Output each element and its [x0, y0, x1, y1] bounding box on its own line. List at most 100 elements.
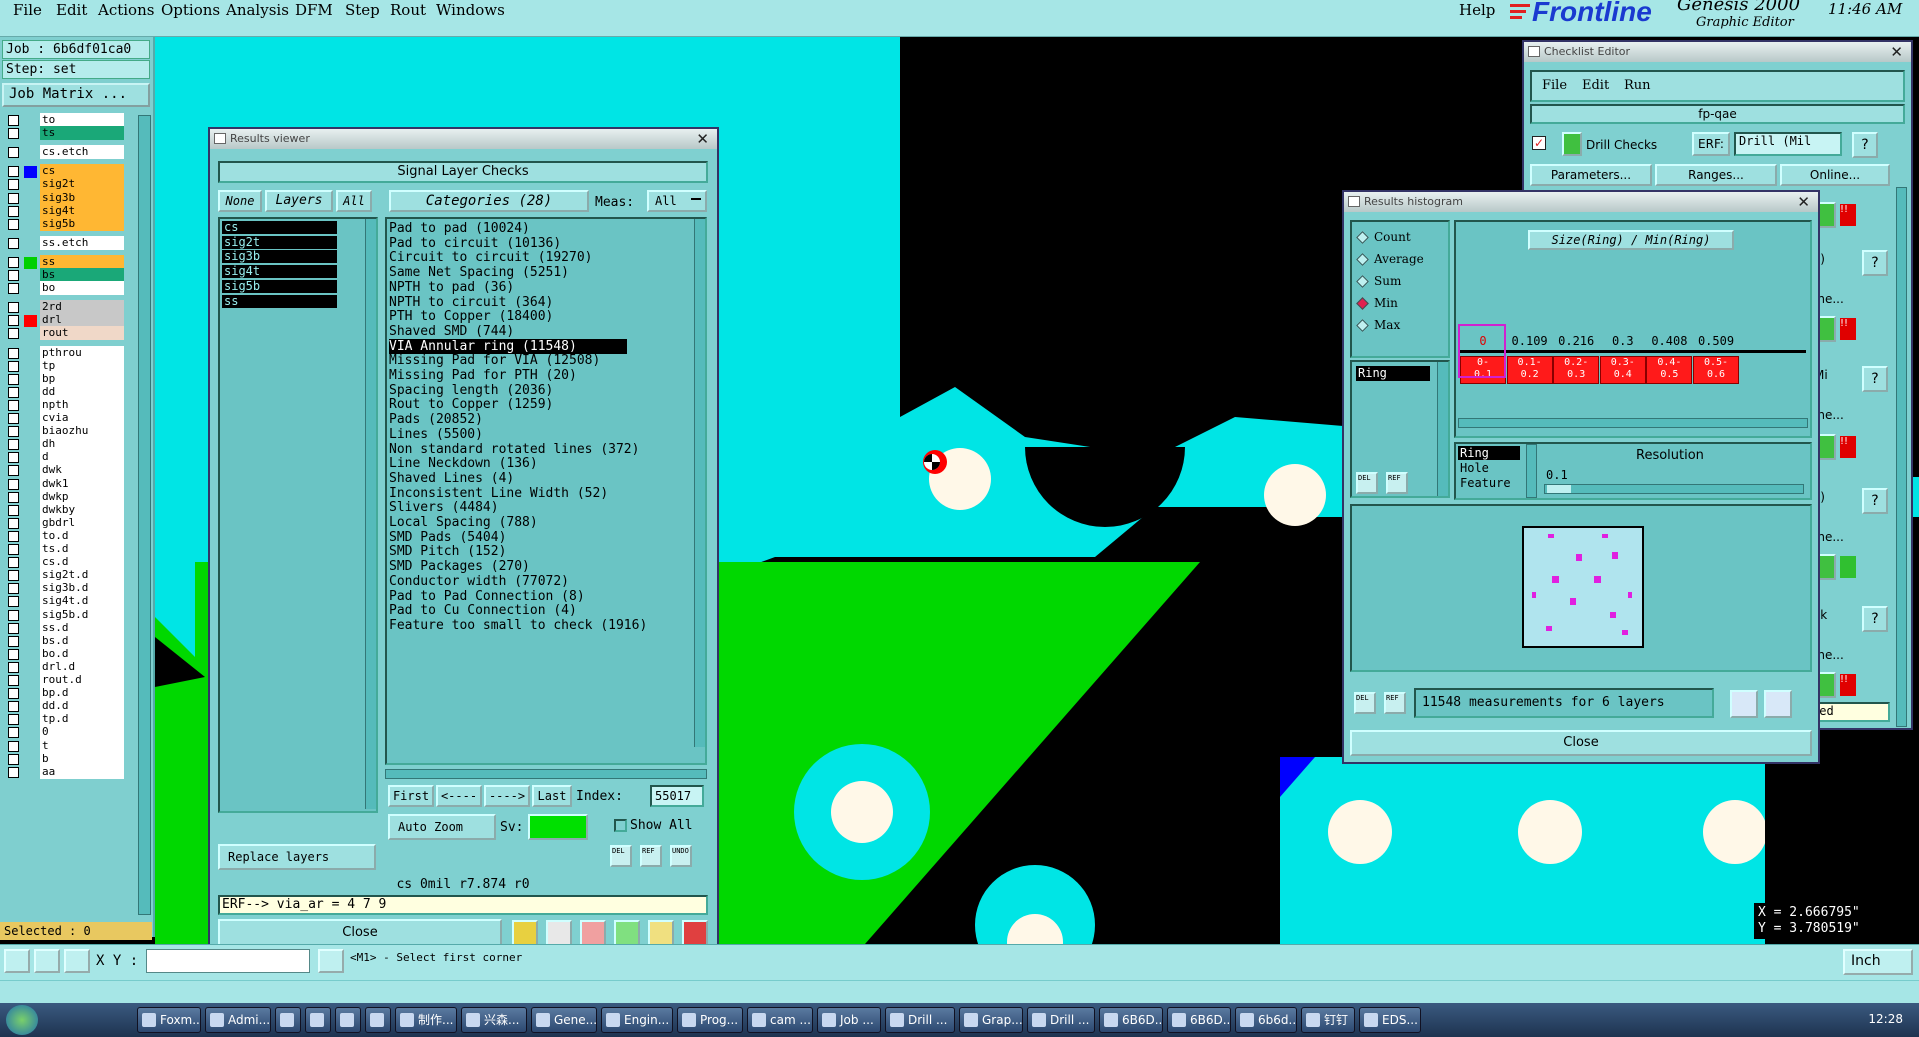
histogram-close-button[interactable]: Close	[1350, 730, 1812, 756]
info-icon[interactable]	[318, 949, 344, 973]
checklist-menu-run[interactable]: Run	[1624, 78, 1651, 93]
category-item[interactable]: Line Neckdown (136)	[389, 456, 538, 471]
grid-tool-icon[interactable]	[64, 949, 90, 973]
result-layer-item[interactable]: sig3b	[222, 250, 337, 264]
checklist-menu-edit[interactable]: Edit	[1582, 78, 1609, 93]
first-button[interactable]: First	[388, 785, 434, 807]
category-item[interactable]: Inconsistent Line Width (52)	[389, 486, 608, 501]
menu-options[interactable]: Options	[161, 0, 220, 20]
meas-dropdown[interactable]: All	[647, 190, 707, 212]
checklist-scrollbar[interactable]	[1896, 187, 1907, 727]
layer-checkbox[interactable]	[8, 609, 19, 621]
layer-checkbox[interactable]	[8, 596, 19, 608]
histogram-hscroll[interactable]	[1458, 418, 1808, 428]
taskbar-item[interactable]: Drill ...	[885, 1007, 955, 1033]
result-layer-item[interactable]: sig2t	[222, 235, 337, 249]
menu-analysis[interactable]: Analysis	[226, 0, 289, 20]
layer-checkbox[interactable]	[8, 622, 19, 634]
radio-icon[interactable]	[1356, 275, 1369, 288]
layer-checkbox[interactable]	[8, 328, 19, 340]
layer-checkbox[interactable]	[8, 675, 19, 686]
checklist-menu-file[interactable]: File	[1542, 78, 1567, 93]
layer-checkbox[interactable]	[8, 373, 19, 385]
layer-row[interactable]: ss.etch	[2, 235, 132, 251]
layer-checkbox[interactable]	[8, 452, 19, 464]
help-button[interactable]: ?	[1862, 488, 1888, 514]
layer-checkbox[interactable]	[8, 413, 19, 424]
layer-checkbox[interactable]	[8, 701, 19, 713]
layer-checkbox[interactable]	[8, 256, 19, 268]
menu-file[interactable]: File	[13, 0, 42, 20]
layer-row[interactable]: aa	[2, 764, 132, 780]
layers-scrollbar[interactable]	[365, 219, 376, 809]
taskbar-item[interactable]: Gene...	[531, 1007, 597, 1033]
measure-tool-icon[interactable]	[34, 949, 60, 973]
categories-scrollbar[interactable]	[694, 219, 705, 747]
taskbar-item[interactable]	[305, 1007, 331, 1033]
checklist-titlebar[interactable]: Checklist Editor ✕	[1524, 42, 1911, 62]
start-button[interactable]	[6, 1005, 38, 1035]
layer-checkbox[interactable]	[8, 128, 19, 140]
help-button[interactable]: ?	[1852, 132, 1878, 158]
action-icon-3[interactable]	[580, 920, 606, 946]
taskbar-item[interactable]: Grap...	[959, 1007, 1023, 1033]
layer-checkbox[interactable]	[8, 179, 19, 191]
layer-checkbox[interactable]	[8, 688, 19, 700]
layer-checkbox[interactable]	[8, 205, 19, 217]
taskbar-item[interactable]: cam ...	[747, 1007, 813, 1033]
layer-row[interactable]: rout	[2, 326, 132, 341]
menu-actions[interactable]: Actions	[98, 0, 154, 20]
layer-checkbox[interactable]	[8, 491, 19, 503]
layer-checkbox[interactable]	[8, 714, 19, 726]
index-field[interactable]: 55017	[650, 785, 704, 807]
layer-checkbox[interactable]	[8, 557, 19, 569]
menu-edit[interactable]: Edit	[56, 0, 87, 20]
taskbar-item[interactable]: Drill ...	[1027, 1007, 1095, 1033]
row-label-scrollbar[interactable]	[1437, 362, 1448, 496]
menu-dfm[interactable]: DFM	[295, 0, 333, 20]
layer-checkbox[interactable]	[8, 465, 19, 477]
layer-checkbox[interactable]	[8, 635, 19, 647]
taskbar-item[interactable]	[365, 1007, 391, 1033]
measure-option[interactable]: Ring	[1458, 446, 1520, 460]
layer-checkbox[interactable]	[8, 166, 19, 178]
histogram-bin[interactable]: 0.3- 0.4	[1599, 356, 1646, 384]
menu-windows[interactable]: Windows	[436, 0, 505, 20]
category-item[interactable]: Conductor width (77072)	[389, 574, 569, 589]
taskbar-item[interactable]: Job ...	[817, 1007, 881, 1033]
job-matrix-button[interactable]: Job Matrix ...	[2, 83, 150, 107]
auto-zoom-dropdown[interactable]: Auto Zoom	[388, 814, 496, 840]
category-item[interactable]: Shaved Lines (4)	[389, 471, 514, 486]
category-item[interactable]: Pad to circuit (10136)	[389, 236, 561, 251]
del-button[interactable]: DEL	[1354, 692, 1376, 714]
layer-checkbox[interactable]	[8, 115, 19, 126]
taskbar-item[interactable]: 制作...	[395, 1007, 457, 1033]
layer-row[interactable]: sig5b	[2, 216, 132, 232]
taskbar-item[interactable]: 兴森...	[461, 1007, 527, 1033]
tray-clock[interactable]: 12:28	[1868, 1012, 1903, 1026]
action-icon-2[interactable]	[546, 920, 572, 946]
help-button[interactable]: ?	[1862, 250, 1888, 276]
none-button[interactable]: None	[218, 190, 262, 212]
menu-help[interactable]: Help	[1459, 0, 1495, 20]
layer-checkbox[interactable]	[8, 147, 19, 159]
chart-icon[interactable]	[682, 920, 708, 946]
result-layer-item[interactable]: ss	[222, 294, 337, 308]
category-item[interactable]: VIA Annular ring (11548)	[389, 338, 627, 354]
category-item[interactable]: NPTH to pad (36)	[389, 280, 514, 295]
categories-button[interactable]: Categories (28)	[389, 190, 589, 212]
radio-icon[interactable]	[1356, 319, 1369, 332]
category-item[interactable]: Non standard rotated lines (372)	[389, 442, 639, 457]
layer-checkbox[interactable]	[8, 478, 19, 490]
layer-checkbox[interactable]	[8, 386, 19, 398]
del-button[interactable]: DEL	[610, 845, 632, 867]
category-item[interactable]: PTH to Copper (18400)	[389, 309, 553, 324]
layer-scrollbar[interactable]	[138, 115, 151, 915]
category-item[interactable]: SMD Packages (270)	[389, 559, 530, 574]
replace-layers-dropdown[interactable]: Replace layers	[218, 844, 376, 870]
del-button[interactable]: DEL	[1356, 472, 1378, 494]
layer-checkbox[interactable]	[8, 766, 19, 778]
menu-rout[interactable]: Rout	[390, 0, 426, 20]
undo-button[interactable]: UNDO	[670, 845, 692, 867]
category-item[interactable]: Missing Pad for PTH (20)	[389, 368, 577, 383]
